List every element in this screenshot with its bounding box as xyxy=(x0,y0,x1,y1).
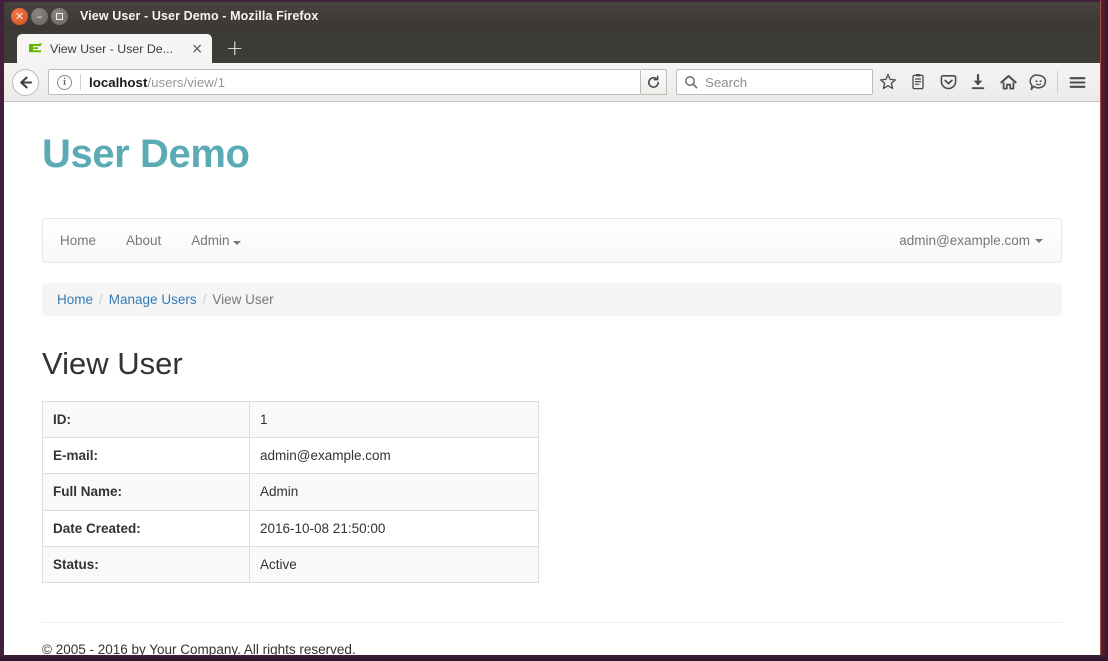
search-input[interactable]: Search xyxy=(705,75,747,90)
table-row: ID: 1 xyxy=(42,401,539,439)
sync-chat-icon[interactable] xyxy=(1023,67,1053,97)
nav-item-admin-label: Admin xyxy=(191,233,230,248)
close-button[interactable]: ✕ xyxy=(11,7,28,25)
tab-strip: View User - User De... × + xyxy=(4,30,1100,63)
table-cell-key: Date Created: xyxy=(42,509,250,547)
table-cell-value: 1 xyxy=(249,401,539,439)
url-text: localhost/users/view/1 xyxy=(89,75,225,90)
navbar-links: Home About Admin xyxy=(45,219,256,262)
nav-item-admin[interactable]: Admin xyxy=(176,219,256,262)
search-icon xyxy=(685,76,698,89)
user-details-table: ID: 1 E-mail: admin@example.com Full Nam… xyxy=(42,401,539,583)
downloads-icon[interactable] xyxy=(963,67,993,97)
table-row: E-mail: admin@example.com xyxy=(42,437,539,475)
chevron-down-icon xyxy=(233,241,242,245)
table-cell-value: Active xyxy=(249,545,539,583)
breadcrumb-separator: / xyxy=(202,292,207,307)
pocket-icon[interactable] xyxy=(933,67,963,97)
breadcrumb-item-view-user: View User xyxy=(212,292,274,307)
table-cell-key: Full Name: xyxy=(42,473,250,511)
firefox-window: ✕ – View User - User Demo - Mozilla Fire… xyxy=(0,0,1100,655)
minimize-button[interactable]: – xyxy=(31,7,48,25)
table-cell-value: 2016-10-08 21:50:00 xyxy=(249,509,539,547)
table-cell-key: Status: xyxy=(42,545,250,583)
page-footer: © 2005 - 2016 by Your Company. All right… xyxy=(42,621,1062,655)
tab-close-icon[interactable]: × xyxy=(189,42,205,56)
browser-tab[interactable]: View User - User De... × xyxy=(17,34,212,63)
new-tab-button[interactable]: + xyxy=(226,38,244,59)
navbar-user-menu[interactable]: admin@example.com xyxy=(883,233,1059,248)
window-titlebar: ✕ – View User - User Demo - Mozilla Fire… xyxy=(4,2,1100,30)
site-info-icon[interactable]: i xyxy=(57,74,72,90)
table-cell-key: E-mail: xyxy=(42,437,250,475)
window-title: View User - User Demo - Mozilla Firefox xyxy=(80,9,319,23)
table-row: Full Name: Admin xyxy=(42,473,539,511)
url-path: /users/view/1 xyxy=(147,74,225,90)
toolbar-divider xyxy=(1057,71,1058,93)
table-cell-value: admin@example.com xyxy=(249,437,539,475)
maximize-button[interactable] xyxy=(51,7,68,25)
page-content: User Demo Home About Admin admin@example… xyxy=(4,102,1100,655)
breadcrumb-separator: / xyxy=(99,292,103,307)
browser-toolbar: i localhost/users/view/1 Search xyxy=(4,63,1100,102)
table-row: Date Created: 2016-10-08 21:50:00 xyxy=(42,509,539,547)
site-brand: User Demo xyxy=(42,132,250,176)
bookmark-star-icon[interactable] xyxy=(873,67,903,97)
back-button[interactable] xyxy=(12,68,39,96)
hamburger-menu-icon[interactable] xyxy=(1062,67,1092,97)
nav-item-home[interactable]: Home xyxy=(45,219,111,262)
page-viewport: User Demo Home About Admin admin@example… xyxy=(4,102,1100,655)
reading-list-icon[interactable] xyxy=(903,67,933,97)
breadcrumb-item-manage-users[interactable]: Manage Users xyxy=(109,292,197,307)
page-title: View User xyxy=(42,346,183,381)
nav-item-about[interactable]: About xyxy=(111,219,176,262)
search-bar[interactable]: Search xyxy=(676,69,873,95)
home-icon[interactable] xyxy=(993,67,1023,97)
tab-title: View User - User De... xyxy=(50,41,174,56)
reload-button[interactable] xyxy=(641,69,667,95)
url-bar[interactable]: i localhost/users/view/1 xyxy=(48,69,641,95)
breadcrumb: Home / Manage Users / View User xyxy=(42,283,1062,316)
url-separator xyxy=(80,74,81,90)
table-row: Status: Active xyxy=(42,545,539,583)
site-navbar: Home About Admin admin@example.com xyxy=(42,218,1062,263)
breadcrumb-item-home[interactable]: Home xyxy=(57,292,93,307)
zend-framework-favicon xyxy=(28,42,43,55)
navbar-user-label: admin@example.com xyxy=(899,233,1030,248)
table-cell-key: ID: xyxy=(42,401,250,439)
url-host: localhost xyxy=(89,74,148,90)
window-controls: ✕ – xyxy=(11,7,68,25)
chevron-down-icon xyxy=(1035,238,1043,243)
desktop-background-bottom xyxy=(0,655,1108,661)
table-cell-value: Admin xyxy=(249,473,539,511)
